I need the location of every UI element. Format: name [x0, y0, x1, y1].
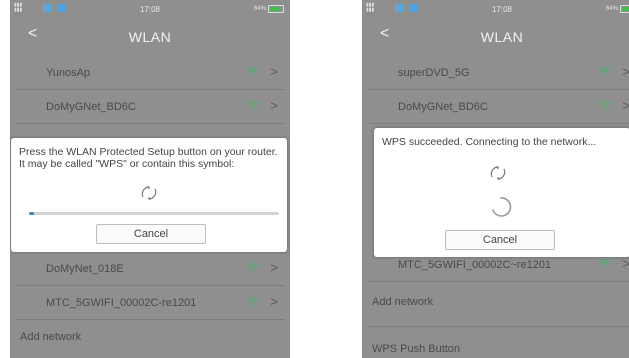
network-name: YunosAp [46, 67, 91, 79]
wps-push-button-row[interactable]: WPS Push Button [368, 327, 629, 358]
status-time: 17:08 [139, 5, 161, 14]
wps-icon [141, 186, 157, 200]
add-network-row[interactable]: Add network [368, 282, 629, 327]
wps-progress-bar [29, 212, 279, 215]
wifi-icon [246, 101, 258, 110]
network-name: superDVD_5G [398, 67, 470, 79]
wps-dialog: WPS succeeded. Connecting to the network… [374, 128, 629, 257]
battery-indicator: 64% [606, 5, 629, 13]
chevron-right-icon[interactable]: > [270, 64, 278, 79]
status-time: 17:08 [491, 5, 513, 14]
wps-icon [490, 166, 506, 180]
wps-instructions: Press the WLAN Protected Setup button on… [19, 146, 278, 170]
network-name: DoMyGNet_BD6C [398, 101, 488, 113]
battery-icon [268, 5, 284, 13]
spinner-icon [492, 197, 512, 217]
add-network-row[interactable]: Add network [16, 320, 284, 353]
network-row[interactable]: MTC_5GWIFI_00002C-re1201 > [16, 286, 284, 320]
page-title: WLAN [480, 29, 524, 45]
chevron-right-icon[interactable]: > [270, 98, 278, 113]
network-row[interactable]: DoMyGNet_BD6C > [16, 90, 284, 124]
wifi-icon [246, 67, 258, 76]
wifi-icon [598, 67, 610, 76]
network-name: MTC_5GWIFI_00002C-re1201 [46, 297, 197, 309]
phone-screen-right: ▮▮▮ ▮▮▮ 17:08 64% < WLAN superDVD_5G > Do… [362, 0, 629, 358]
wifi-icon [246, 297, 258, 306]
cancel-button[interactable]: Cancel [445, 230, 555, 250]
battery-icon [620, 5, 629, 13]
wps-dialog: Press the WLAN Protected Setup button on… [11, 138, 287, 252]
wps-push-button-label: WPS Push Button [372, 343, 461, 355]
battery-percent: 64% [253, 6, 266, 12]
network-name: DoMyGNet_BD6C [46, 101, 136, 113]
network-list: superDVD_5G > DoMyGNet_BD6C > [368, 56, 629, 124]
network-name: MTC_5GWIFI_00002C~re1201 [398, 259, 552, 271]
phone-screen-left: ▮▮▮ ▮▮▮ 17:08 64% < WLAN YunosAp > DoMyGN… [10, 0, 290, 358]
chevron-right-icon[interactable]: > [622, 64, 629, 79]
wps-status-message: WPS succeeded. Connecting to the network… [382, 136, 597, 148]
network-list-lower: DoMyNet_018E > MTC_5GWIFI_00002C-re1201 … [16, 252, 284, 353]
add-network-label: Add network [20, 331, 82, 343]
wifi-icon [598, 101, 610, 110]
chevron-right-icon[interactable]: > [270, 294, 278, 309]
network-list: YunosAp > DoMyGNet_BD6C > [16, 56, 284, 124]
chevron-right-icon[interactable]: > [622, 256, 629, 271]
title-bar: < WLAN [10, 18, 290, 52]
title-bar: < WLAN [362, 18, 629, 52]
status-bar: ▮▮▮ ▮▮▮ 17:08 64% [362, 0, 629, 18]
status-bar: ▮▮▮ ▮▮▮ 17:08 64% [10, 0, 290, 18]
wps-progress-fill [29, 212, 34, 215]
network-row[interactable]: superDVD_5G > [368, 56, 629, 90]
add-network-label: Add network [372, 296, 434, 308]
chevron-right-icon[interactable]: > [270, 260, 278, 275]
network-row[interactable]: YunosAp > [16, 56, 284, 90]
wifi-icon [598, 259, 610, 268]
wifi-icon [246, 263, 258, 272]
network-name: DoMyNet_018E [46, 263, 124, 275]
cancel-button[interactable]: Cancel [96, 224, 206, 244]
page-title: WLAN [128, 29, 172, 45]
network-row[interactable]: DoMyGNet_BD6C > [368, 90, 629, 124]
battery-indicator: 64% [254, 5, 284, 13]
network-list-lower: MTC_5GWIFI_00002C~re1201 > Add network W… [368, 248, 629, 358]
network-row[interactable]: DoMyNet_018E > [16, 252, 284, 286]
chevron-right-icon[interactable]: > [622, 98, 629, 113]
battery-percent: 64% [605, 6, 618, 12]
